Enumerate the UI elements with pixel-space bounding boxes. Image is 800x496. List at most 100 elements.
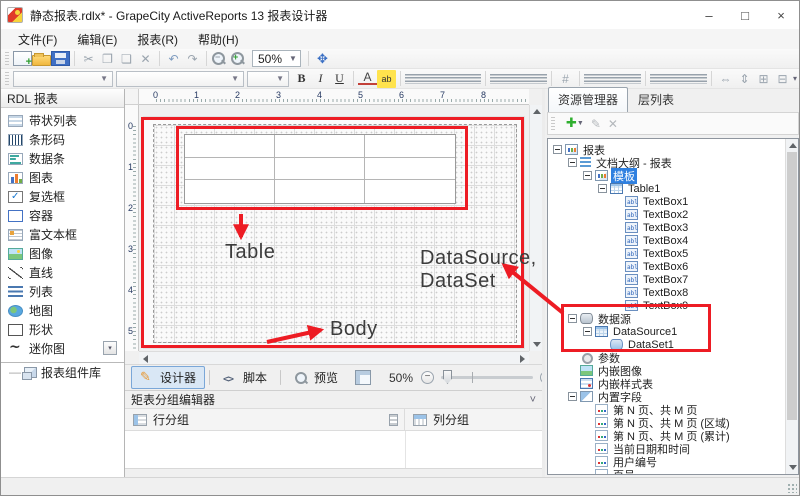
menu-item[interactable]: 文件(F) — [9, 29, 66, 50]
delete-item-icon[interactable]: ✕ — [608, 117, 618, 131]
highlight-icon[interactable]: ab — [377, 70, 396, 88]
zoom-out-icon[interactable]: − — [211, 51, 230, 67]
align-lefts-icon[interactable] — [584, 74, 603, 84]
menu-item[interactable]: 编辑(E) — [68, 29, 126, 50]
toolbox-item[interactable]: 数据条 — [1, 149, 124, 168]
zoom-out-button[interactable]: − — [421, 371, 434, 384]
menu-item[interactable]: 报表(R) — [128, 29, 187, 50]
toolbox-item[interactable]: 富文本框 — [1, 225, 124, 244]
italic-icon[interactable]: I — [311, 70, 330, 88]
indent-decrease-icon[interactable] — [509, 74, 528, 84]
minimize-button[interactable]: – — [691, 1, 727, 29]
collapse-chevron-icon[interactable]: ˅ — [530, 396, 536, 404]
table-cell[interactable] — [185, 180, 275, 203]
vertical-scrollbar[interactable] — [529, 105, 542, 351]
font-combo[interactable]: ▼ — [116, 71, 244, 87]
tree-expander-icon[interactable] — [568, 314, 577, 323]
tree-item[interactable]: TextBox8 — [548, 286, 784, 299]
indent-increase-icon[interactable] — [528, 74, 547, 84]
tree-item[interactable]: TextBox7 — [548, 273, 784, 286]
toolbox-item[interactable]: 形状 — [1, 320, 124, 339]
align-justify-icon[interactable] — [462, 74, 481, 84]
tab-resource-manager[interactable]: 资源管理器 — [548, 87, 628, 112]
table-cell[interactable] — [185, 158, 275, 181]
tree-expander-icon[interactable] — [568, 392, 577, 401]
edit-item-icon[interactable]: ✎ — [591, 117, 601, 131]
toolbox-item[interactable]: 容器 — [1, 206, 124, 225]
table-cell[interactable] — [365, 135, 455, 158]
scroll-down-icon[interactable] — [789, 465, 797, 470]
design-surface[interactable] — [139, 105, 529, 351]
paste-icon[interactable]: ❏ — [117, 50, 136, 68]
report-library-item[interactable]: — 报表组件库 — [1, 362, 124, 381]
same-height-icon[interactable]: ⇕ — [735, 70, 754, 88]
zoom-slider-track[interactable] — [441, 376, 533, 379]
align-left-icon[interactable] — [405, 74, 424, 84]
bullet-list-icon[interactable] — [490, 74, 509, 84]
horizontal-scrollbar[interactable] — [139, 351, 529, 364]
table-cell[interactable] — [185, 135, 275, 158]
zoom-slider-thumb[interactable] — [443, 370, 452, 384]
tree-item[interactable]: 当前日期和时间 — [548, 442, 784, 455]
fit-page-icon[interactable]: ✥ — [313, 50, 332, 68]
tree-item[interactable]: 用户编号 — [548, 455, 784, 468]
toolbox-item[interactable]: 条形码 — [1, 130, 124, 149]
toolbox-item[interactable]: 图像 — [1, 244, 124, 263]
scroll-left-icon[interactable] — [143, 355, 148, 363]
tree-expander-icon[interactable] — [583, 327, 592, 336]
tree-item[interactable]: TextBox1 — [548, 195, 784, 208]
align-right-icon[interactable] — [443, 74, 462, 84]
toolbox-item[interactable]: 带状列表 — [1, 111, 124, 130]
table-control[interactable] — [184, 134, 456, 204]
tree-item[interactable]: TextBox3 — [548, 221, 784, 234]
redo-icon[interactable]: ↷ — [183, 50, 202, 68]
copy-icon[interactable]: ❐ — [98, 50, 117, 68]
scroll-up-icon[interactable] — [533, 109, 541, 114]
scroll-down-icon[interactable] — [533, 342, 541, 347]
toolbox-item[interactable]: 地图 — [1, 301, 124, 320]
tree-item[interactable]: TextBox6 — [548, 260, 784, 273]
toolbar-grip[interactable] — [551, 117, 555, 131]
align-center-icon[interactable] — [424, 74, 443, 84]
resize-grip[interactable] — [787, 483, 797, 493]
table-cell[interactable] — [275, 180, 365, 203]
add-item-icon[interactable]: ✚▼ — [566, 117, 584, 130]
row-groups-header[interactable]: 行分组 — [125, 409, 405, 430]
same-size-icon[interactable]: ⊞ — [754, 70, 773, 88]
tree-expander-icon[interactable] — [598, 184, 607, 193]
tree-expander-icon[interactable] — [568, 158, 577, 167]
tree-expander-icon[interactable] — [583, 171, 592, 180]
align-middles-icon[interactable] — [669, 74, 688, 84]
align-rights-icon[interactable] — [622, 74, 641, 84]
tree-item[interactable]: TextBox5 — [548, 247, 784, 260]
delete-icon[interactable]: ✕ — [136, 50, 155, 68]
tab-designer[interactable]: 设计器 — [131, 366, 205, 389]
underline-icon[interactable]: U — [330, 70, 349, 88]
tree-item[interactable]: TextBox4 — [548, 234, 784, 247]
cut-icon[interactable]: ✂ — [79, 50, 98, 68]
tree-item[interactable]: 文档大纲 - 报表 — [548, 156, 784, 169]
new-report-icon[interactable] — [13, 51, 32, 66]
tree-item[interactable]: 内嵌样式表 — [548, 377, 784, 390]
tree-item[interactable]: 页号 — [548, 468, 784, 475]
maximize-button[interactable]: □ — [727, 1, 763, 29]
scrollbar-thumb[interactable] — [787, 152, 797, 420]
snap-grid-icon[interactable]: # — [556, 70, 575, 88]
group-editor-content[interactable] — [125, 431, 542, 469]
tab-layer-list[interactable]: 层列表 — [628, 87, 684, 112]
toolbox-item[interactable]: 图表 — [1, 168, 124, 187]
scroll-right-icon[interactable] — [520, 355, 525, 363]
group-options-icon[interactable] — [389, 414, 398, 426]
tree-item[interactable]: DataSource1 — [548, 325, 784, 338]
align-centers-icon[interactable] — [603, 74, 622, 84]
toolbar-overflow-icon[interactable]: ▾ — [793, 74, 797, 83]
panel-toggle-icon[interactable] — [355, 370, 371, 385]
tab-script[interactable]: 脚本 — [214, 366, 276, 389]
same-width-icon[interactable]: ⇔ — [716, 70, 735, 88]
tree-item[interactable]: TextBox2 — [548, 208, 784, 221]
align-tops-icon[interactable] — [650, 74, 669, 84]
font-color-icon[interactable]: A — [358, 72, 377, 85]
font-size-combo[interactable]: ▼ — [247, 71, 289, 87]
tree-item[interactable]: Table1 — [548, 182, 784, 195]
tree-item[interactable]: 数据源 — [548, 312, 784, 325]
